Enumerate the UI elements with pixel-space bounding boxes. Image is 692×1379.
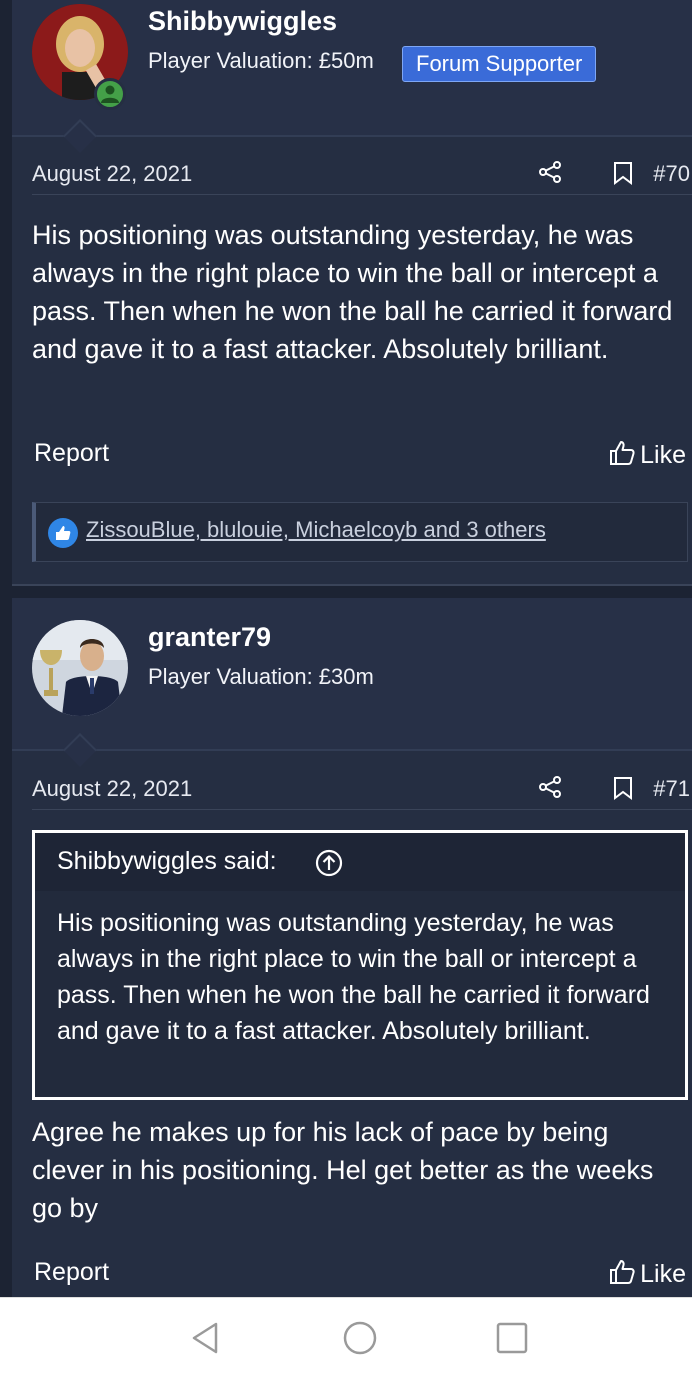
post-date[interactable]: August 22, 2021: [32, 776, 192, 802]
home-nav-icon[interactable]: [340, 1318, 380, 1358]
recents-nav-icon[interactable]: [492, 1318, 532, 1358]
post-body: Agree he makes up for his lack of pace b…: [32, 1117, 654, 1223]
user-header: Shibbywiggles Player Valuation: £50m For…: [12, 0, 692, 153]
like-reaction-icon: [48, 518, 78, 548]
thread: Shibbywiggles Player Valuation: £50m For…: [0, 0, 692, 1297]
thumbs-up-icon: [610, 441, 635, 465]
like-button[interactable]: Like: [608, 1258, 686, 1289]
share-icon[interactable]: [538, 775, 562, 799]
header-pointer: [63, 733, 97, 767]
system-navigation-bar: [0, 1297, 692, 1379]
back-nav-icon[interactable]: [186, 1318, 226, 1358]
forum-supporter-badge: Forum Supporter: [402, 46, 597, 82]
share-icon[interactable]: [538, 160, 562, 184]
post-number[interactable]: #70: [653, 161, 690, 187]
bookmark-icon[interactable]: [613, 161, 633, 185]
thumbs-up-icon: [610, 1260, 635, 1284]
like-label: Like: [640, 441, 686, 469]
post-date[interactable]: August 22, 2021: [32, 161, 192, 187]
report-link[interactable]: Report: [34, 1258, 109, 1287]
post-meta: August 22, 2021 #71: [32, 770, 692, 810]
reactions-bar: ZissouBlue, blulouie, Michaelcoyb and 3 …: [32, 502, 688, 562]
screen: Shibbywiggles Player Valuation: £50m For…: [0, 0, 692, 1379]
arrow-up-circle-icon[interactable]: [315, 849, 343, 877]
user-header: granter79 Player Valuation: £30m: [12, 598, 692, 767]
bookmark-icon[interactable]: [613, 776, 633, 800]
quote-block: Shibbywiggles said: His positioning was …: [32, 830, 688, 1100]
username[interactable]: granter79: [148, 622, 271, 653]
quote-text: His positioning was outstanding yesterda…: [57, 909, 650, 1045]
username[interactable]: Shibbywiggles: [148, 6, 337, 37]
post-71: granter79 Player Valuation: £30m August …: [12, 598, 692, 1297]
post-body: His positioning was outstanding yesterda…: [32, 220, 673, 364]
post-number[interactable]: #71: [653, 776, 690, 802]
player-valuation: Player Valuation: £50m: [148, 48, 374, 73]
like-button[interactable]: Like: [608, 439, 686, 470]
avatar[interactable]: [32, 620, 128, 716]
post-meta: August 22, 2021 #70: [32, 155, 692, 195]
header-pointer: [63, 119, 97, 153]
quote-author: Shibbywiggles said:: [57, 847, 277, 875]
player-valuation: Player Valuation: £30m: [148, 664, 374, 689]
post-70: Shibbywiggles Player Valuation: £50m For…: [12, 0, 692, 584]
post-divider: [12, 584, 692, 586]
online-status-icon: [94, 78, 126, 110]
report-link[interactable]: Report: [34, 439, 109, 468]
reaction-users-link[interactable]: ZissouBlue, blulouie, Michaelcoyb and 3 …: [86, 517, 546, 543]
quote-header[interactable]: Shibbywiggles said:: [35, 833, 685, 891]
like-label: Like: [640, 1260, 686, 1288]
